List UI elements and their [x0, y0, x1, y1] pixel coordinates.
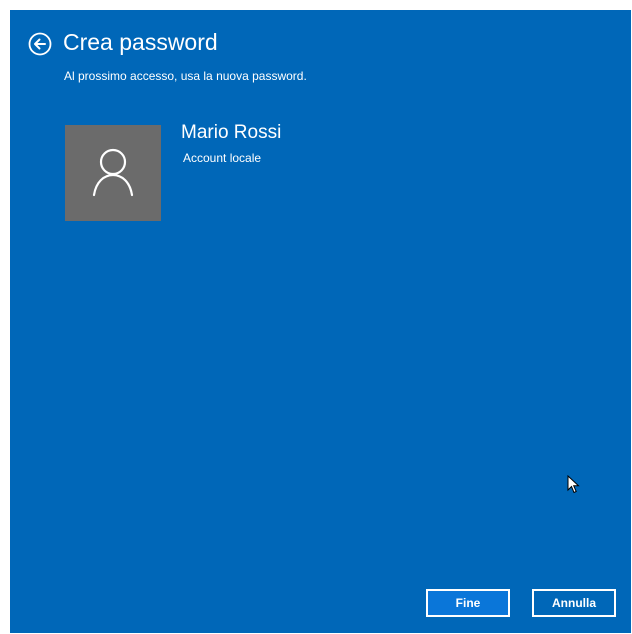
cancel-button[interactable]: Annulla — [532, 589, 616, 617]
account-type: Account locale — [183, 151, 262, 165]
finish-button[interactable]: Fine — [426, 589, 510, 617]
window: Crea password Al prossimo accesso, usa l… — [0, 0, 632, 634]
avatar — [65, 125, 161, 221]
page-title: Crea password — [63, 29, 218, 55]
back-arrow-circle-icon[interactable] — [28, 32, 52, 56]
user-name: Mario Rossi — [181, 122, 282, 143]
create-password-panel: Crea password Al prossimo accesso, usa l… — [10, 10, 631, 633]
page-subtitle: Al prossimo accesso, usa la nuova passwo… — [64, 69, 307, 83]
user-silhouette-icon — [92, 148, 134, 197]
mouse-pointer-icon — [567, 475, 580, 494]
